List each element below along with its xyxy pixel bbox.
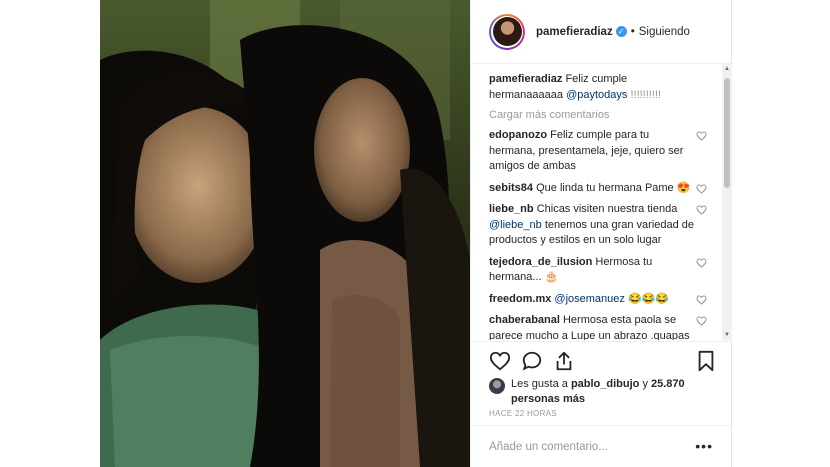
header-text: pamefieradiaz ✓ • Siguiendo — [536, 26, 690, 38]
comment-like-heart-icon[interactable] — [696, 294, 707, 305]
caption-mention[interactable]: @paytodays — [566, 89, 627, 101]
likes-summary: Les gusta a pablo_dibujo y 25.870 person… — [489, 377, 719, 407]
caption-username[interactable]: pamefieradiaz — [489, 73, 562, 85]
comment-mention[interactable]: @liebe_nb — [489, 219, 542, 231]
likes-connector: y — [642, 378, 648, 390]
post-card: pamefieradiaz ✓ • Siguiendo pamefieradia… — [100, 0, 733, 467]
comment-username[interactable]: freedom.mx — [489, 293, 551, 305]
load-more-comments-button[interactable]: Cargar más comentarios — [489, 109, 715, 121]
photo-image — [100, 0, 470, 467]
likes-text: Les gusta a pablo_dibujo y 25.870 person… — [511, 377, 719, 407]
separator-dot: • — [630, 25, 635, 38]
post-photo[interactable] — [100, 0, 470, 467]
comment-text: 😂😂😂 — [627, 292, 670, 305]
comments-scrollbar[interactable]: ▲ ▼ — [722, 64, 732, 340]
heart-icon[interactable] — [489, 350, 511, 372]
post-header: pamefieradiaz ✓ • Siguiendo — [471, 0, 733, 64]
post-sidebar: pamefieradiaz ✓ • Siguiendo pamefieradia… — [470, 0, 733, 467]
comment-mention[interactable]: @josemanuez — [554, 293, 624, 305]
scrollbar-thumb[interactable] — [724, 78, 730, 188]
instagram-post-view: pamefieradiaz ✓ • Siguiendo pamefieradia… — [0, 0, 830, 467]
comment-item: freedom.mx @josemanuez 😂😂😂 — [489, 292, 715, 308]
comment-username[interactable]: tejedora_de_ilusion — [489, 256, 592, 268]
avatar-border — [491, 15, 523, 48]
likes-prefix: Les gusta a — [511, 378, 568, 390]
caption: pamefieradiaz Feliz cumple hermanaaaaaa … — [489, 72, 715, 103]
bookmark-icon[interactable] — [695, 350, 717, 372]
comment-input[interactable] — [489, 440, 679, 453]
comment-text: Que linda tu hermana Pame 😍 — [536, 181, 691, 194]
comment-item: edopanozo Feliz cumple para tu hermana, … — [489, 128, 715, 175]
comment-username[interactable]: liebe_nb — [489, 203, 534, 215]
comment-like-heart-icon[interactable] — [696, 131, 707, 141]
comment-username[interactable]: edopanozo — [489, 129, 547, 141]
comment-item: tejedora_de_ilusion Hermosa tu hermana..… — [489, 255, 715, 286]
comment-item: sebits84 Que linda tu hermana Pame 😍 — [489, 181, 715, 197]
comment-icon[interactable] — [521, 350, 543, 372]
avatar[interactable] — [489, 13, 525, 50]
comment-like-heart-icon[interactable] — [696, 205, 707, 215]
scroll-down-arrow-icon[interactable]: ▼ — [724, 332, 730, 338]
avatar-image — [492, 17, 522, 46]
add-comment-bar: ••• — [471, 425, 733, 467]
caption-suffix: !!!!!!!!!! — [630, 88, 662, 101]
comment-item: liebe_nb Chicas visiten nuestra tienda @… — [489, 202, 715, 249]
comment-like-heart-icon[interactable] — [696, 257, 707, 268]
comment-username[interactable]: chaberabanal — [489, 314, 560, 326]
comment-item: chaberabanal Hermosa esta paola se parec… — [489, 313, 715, 340]
scroll-up-arrow-icon[interactable]: ▲ — [724, 66, 730, 72]
comment-text: Chicas visiten nuestra tienda — [536, 203, 678, 215]
comment-like-heart-icon[interactable] — [696, 183, 707, 194]
post-actions — [471, 341, 733, 377]
verified-badge-icon: ✓ — [615, 26, 627, 37]
comment-username[interactable]: sebits84 — [489, 182, 533, 194]
post-username[interactable]: pamefieradiaz — [536, 26, 613, 38]
liker-avatar[interactable] — [489, 378, 505, 394]
more-options-icon[interactable]: ••• — [695, 438, 713, 454]
share-icon[interactable] — [553, 350, 575, 372]
comment-like-heart-icon[interactable] — [696, 316, 707, 326]
post-timestamp[interactable]: HACE 22 HORAS — [489, 409, 557, 418]
liker-username[interactable]: pablo_dibujo — [571, 378, 639, 390]
following-button[interactable]: Siguiendo — [639, 26, 690, 38]
comments-list: pamefieradiaz Feliz cumple hermanaaaaaa … — [471, 64, 733, 340]
